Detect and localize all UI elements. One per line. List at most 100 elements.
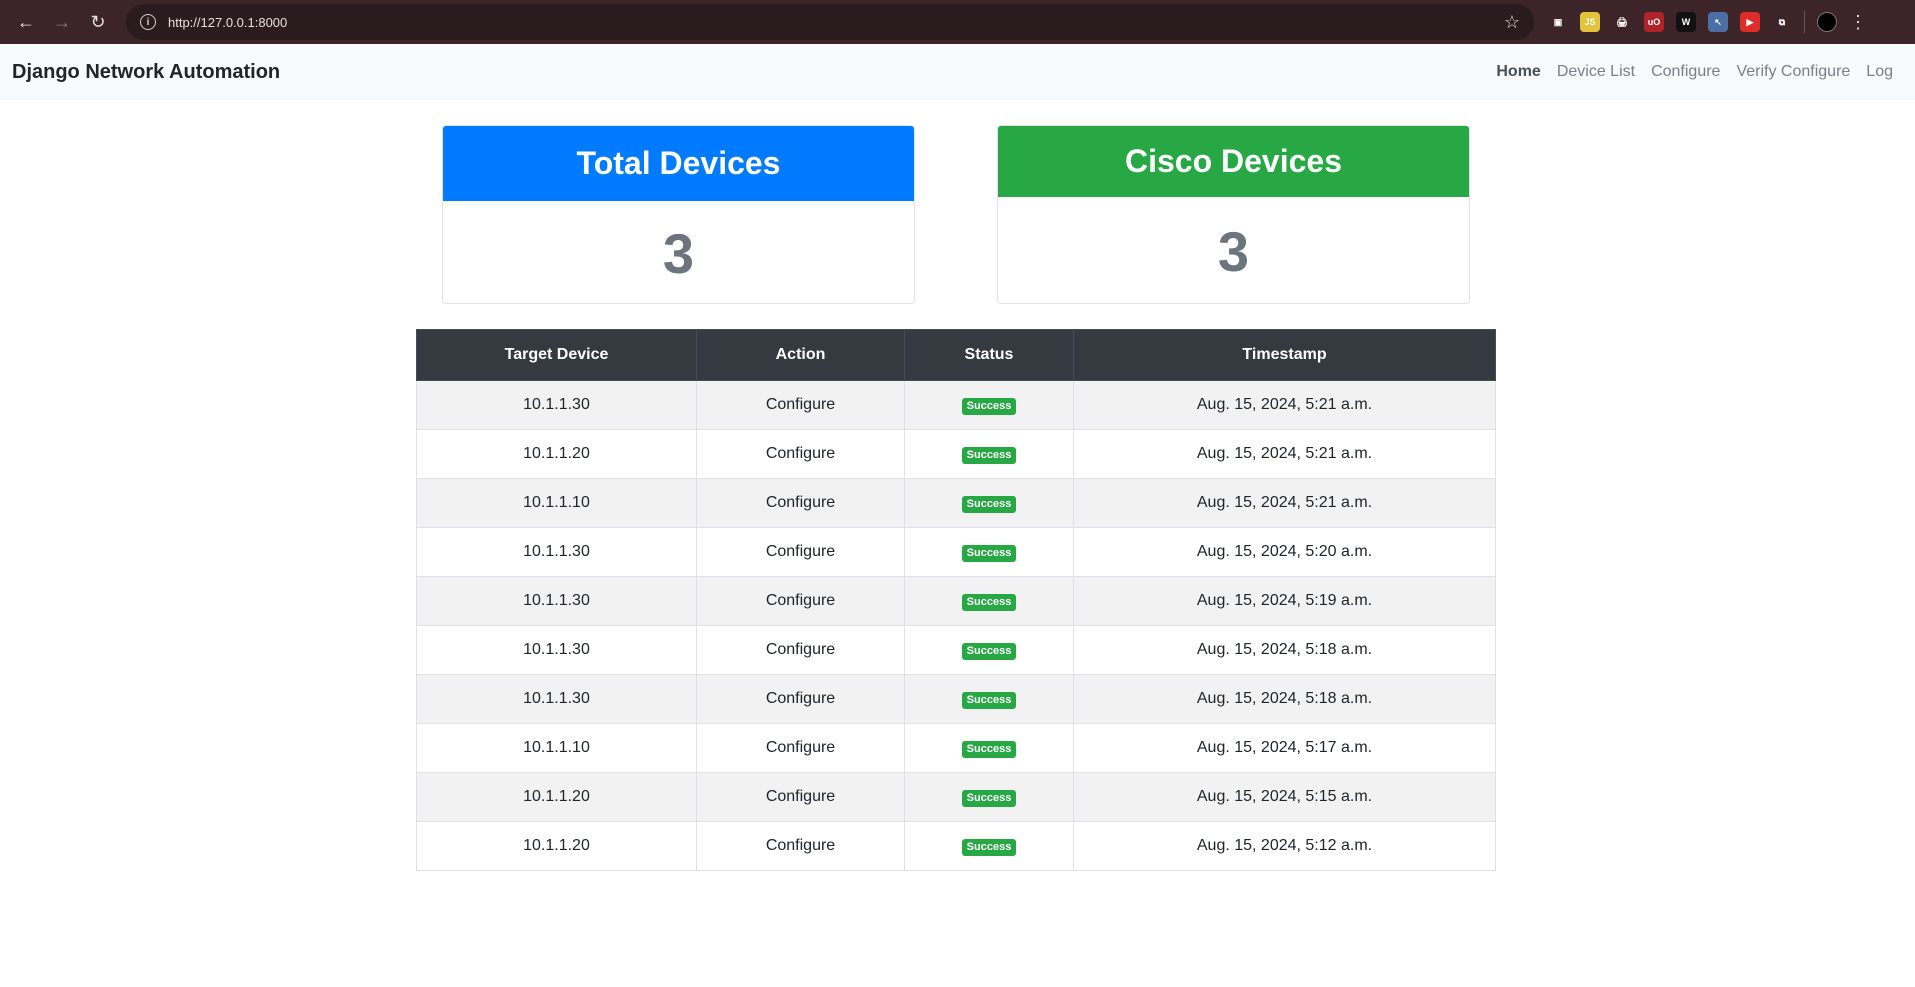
- status-badge: Success: [961, 397, 1017, 415]
- cell-timestamp: Aug. 15, 2024, 5:15 a.m.: [1073, 772, 1496, 822]
- header-action: Action: [696, 329, 905, 381]
- status-badge: Success: [961, 446, 1017, 464]
- total-devices-card: Total Devices 3: [442, 125, 915, 304]
- status-badge: Success: [961, 789, 1017, 807]
- cell-target-device: 10.1.1.30: [416, 674, 697, 724]
- status-badge: Success: [961, 691, 1017, 709]
- forward-arrow-icon[interactable]: →: [44, 4, 80, 40]
- reload-icon[interactable]: ↻: [80, 4, 116, 40]
- log-table-container: Target Device Action Status Timestamp 10…: [416, 329, 1496, 871]
- bookmark-star-icon[interactable]: ☆: [1504, 12, 1520, 33]
- cell-action: Configure: [696, 821, 905, 871]
- js-extension-icon[interactable]: JS: [1580, 12, 1600, 32]
- cell-timestamp: Aug. 15, 2024, 5:21 a.m.: [1073, 478, 1496, 528]
- cell-timestamp: Aug. 15, 2024, 5:21 a.m.: [1073, 429, 1496, 479]
- cell-timestamp: Aug. 15, 2024, 5:21 a.m.: [1073, 380, 1496, 430]
- table-row: 10.1.1.20 Configure Success Aug. 15, 2024, …: [416, 821, 1496, 871]
- tab-icon[interactable]: ▣: [1548, 12, 1568, 32]
- extensions-bar: ▣ JS 🖨 uO W ↖ ▶ ⧉ ⋮: [1548, 11, 1867, 33]
- cell-target-device: 10.1.1.20: [416, 772, 697, 822]
- cell-target-device: 10.1.1.10: [416, 478, 697, 528]
- table-row: 10.1.1.20 Configure Success Aug. 15, 2024, …: [416, 772, 1496, 822]
- address-bar[interactable]: i http://127.0.0.1:8000 ☆: [126, 4, 1534, 40]
- cell-timestamp: Aug. 15, 2024, 5:18 a.m.: [1073, 625, 1496, 675]
- cell-status: Success: [904, 772, 1074, 822]
- cell-status: Success: [904, 380, 1074, 430]
- cell-status: Success: [904, 478, 1074, 528]
- app-navbar: Django Network Automation Home Device Li…: [0, 44, 1915, 100]
- brand-title[interactable]: Django Network Automation: [12, 61, 280, 84]
- back-arrow-icon[interactable]: ←: [8, 4, 44, 40]
- puzzle-icon[interactable]: ⧉: [1772, 12, 1792, 32]
- cursor-extension-icon[interactable]: ↖: [1708, 12, 1728, 32]
- cell-timestamp: Aug. 15, 2024, 5:12 a.m.: [1073, 821, 1496, 871]
- nav-links: Home Device List Configure Verify Config…: [1496, 63, 1893, 81]
- nav-link-log[interactable]: Log: [1866, 63, 1893, 81]
- nav-link-device-list[interactable]: Device List: [1557, 63, 1635, 81]
- cell-target-device: 10.1.1.30: [416, 625, 697, 675]
- profile-avatar[interactable]: [1817, 12, 1837, 32]
- cell-status: Success: [904, 429, 1074, 479]
- summary-cards: Total Devices 3 Cisco Devices 3: [0, 100, 1915, 305]
- cell-status: Success: [904, 723, 1074, 773]
- cell-action: Configure: [696, 772, 905, 822]
- cell-action: Configure: [696, 380, 905, 430]
- url-text[interactable]: http://127.0.0.1:8000: [168, 15, 1504, 30]
- table-row: 10.1.1.30 Configure Success Aug. 15, 2024, …: [416, 380, 1496, 430]
- cell-status: Success: [904, 625, 1074, 675]
- cell-action: Configure: [696, 723, 905, 773]
- header-timestamp: Timestamp: [1073, 329, 1496, 381]
- cell-action: Configure: [696, 576, 905, 626]
- cell-action: Configure: [696, 429, 905, 479]
- nav-link-configure[interactable]: Configure: [1651, 63, 1720, 81]
- nav-link-home[interactable]: Home: [1496, 63, 1540, 81]
- table-row: 10.1.1.30 Configure Success Aug. 15, 2024, …: [416, 625, 1496, 675]
- cell-target-device: 10.1.1.20: [416, 821, 697, 871]
- table-row: 10.1.1.10 Configure Success Aug. 15, 2024, …: [416, 478, 1496, 528]
- log-table: Target Device Action Status Timestamp 10…: [416, 329, 1496, 871]
- cell-status: Success: [904, 674, 1074, 724]
- table-row: 10.1.1.20 Configure Success Aug. 15, 2024, …: [416, 429, 1496, 479]
- cell-timestamp: Aug. 15, 2024, 5:20 a.m.: [1073, 527, 1496, 577]
- cell-target-device: 10.1.1.30: [416, 527, 697, 577]
- table-row: 10.1.1.10 Configure Success Aug. 15, 2024, …: [416, 723, 1496, 773]
- status-badge: Success: [961, 740, 1017, 758]
- cell-timestamp: Aug. 15, 2024, 5:17 a.m.: [1073, 723, 1496, 773]
- total-devices-count: 3: [662, 221, 695, 285]
- total-devices-title: Total Devices: [443, 126, 914, 201]
- header-target-device: Target Device: [416, 329, 697, 381]
- nav-link-verify-configure[interactable]: Verify Configure: [1736, 63, 1850, 81]
- table-row: 10.1.1.30 Configure Success Aug. 15, 2024, …: [416, 527, 1496, 577]
- ublock-icon[interactable]: uO: [1644, 12, 1664, 32]
- cell-target-device: 10.1.1.20: [416, 429, 697, 479]
- printer-icon[interactable]: 🖨: [1612, 12, 1632, 32]
- cell-target-device: 10.1.1.10: [416, 723, 697, 773]
- cell-target-device: 10.1.1.30: [416, 380, 697, 430]
- status-badge: Success: [961, 544, 1017, 562]
- status-badge: Success: [961, 495, 1017, 513]
- cell-status: Success: [904, 527, 1074, 577]
- site-info-icon[interactable]: i: [140, 14, 156, 30]
- cisco-devices-count: 3: [1217, 219, 1250, 283]
- cell-timestamp: Aug. 15, 2024, 5:18 a.m.: [1073, 674, 1496, 724]
- header-status: Status: [904, 329, 1074, 381]
- table-body: 10.1.1.30 Configure Success Aug. 15, 2024, …: [416, 380, 1496, 871]
- cell-action: Configure: [696, 478, 905, 528]
- cell-action: Configure: [696, 625, 905, 675]
- status-badge: Success: [961, 593, 1017, 611]
- toolbar-divider: [1804, 11, 1805, 33]
- youtube-extension-icon[interactable]: ▶: [1740, 12, 1760, 32]
- cell-timestamp: Aug. 15, 2024, 5:19 a.m.: [1073, 576, 1496, 626]
- cisco-devices-title: Cisco Devices: [998, 126, 1469, 197]
- status-badge: Success: [961, 838, 1017, 856]
- cell-status: Success: [904, 576, 1074, 626]
- w-extension-icon[interactable]: W: [1676, 12, 1696, 32]
- cell-status: Success: [904, 821, 1074, 871]
- cell-target-device: 10.1.1.30: [416, 576, 697, 626]
- menu-kebab-icon[interactable]: ⋮: [1849, 13, 1867, 31]
- cell-action: Configure: [696, 674, 905, 724]
- status-badge: Success: [961, 642, 1017, 660]
- browser-toolbar: ← → ↻ i http://127.0.0.1:8000 ☆ ▣ JS 🖨 uO W ↖…: [0, 0, 1915, 44]
- table-header-row: Target Device Action Status Timestamp: [416, 329, 1496, 381]
- cell-action: Configure: [696, 527, 905, 577]
